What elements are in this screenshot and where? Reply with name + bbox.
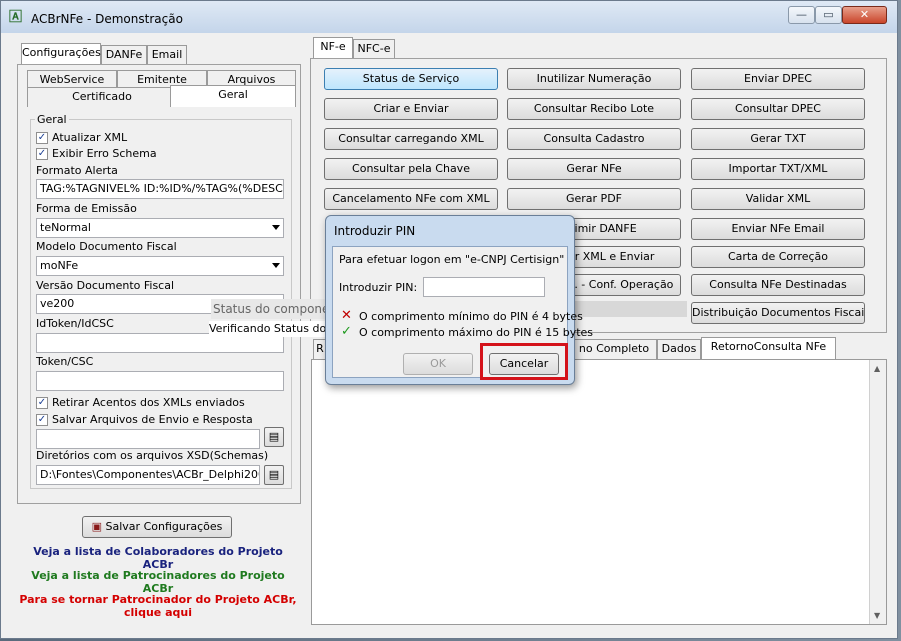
consulta-cadastro-button[interactable]: Consulta Cadastro (507, 128, 681, 150)
inutilizar-numeracao-button[interactable]: Inutilizar Numeração (507, 68, 681, 90)
tab-dados[interactable]: Dados (657, 339, 701, 359)
resposta-memo[interactable]: ▲ ▼ (311, 359, 887, 625)
maximize-button[interactable]: ▭ (815, 6, 842, 24)
tab-retorno-consulta[interactable]: RetornoConsulta NFe 2.01 (701, 337, 836, 371)
token-input[interactable] (36, 371, 284, 391)
salvar-configuracoes-button[interactable]: ▣ Salvar Configurações (82, 516, 232, 538)
scroll-up-icon[interactable]: ▲ (874, 364, 880, 373)
gerar-txt-button[interactable]: Gerar TXT (691, 128, 865, 150)
validar-xml-button[interactable]: Validar XML (691, 188, 865, 210)
tab-configuracoes[interactable]: Configurações (21, 43, 101, 65)
browse-folder-button[interactable]: ▤ (264, 427, 284, 447)
geral-group-label: Geral (35, 113, 69, 126)
pin-message: Para efetuar logon em "e-CNPJ Certisign" (339, 253, 565, 266)
criar-enviar-button[interactable]: Criar e Enviar (324, 98, 498, 120)
retirar-acentos-checkbox[interactable]: ✓ (36, 397, 48, 409)
carta-correcao-button[interactable]: Carta de Correção (691, 246, 865, 268)
pin-rule-max: O comprimento máximo do PIN é 15 bytes (359, 326, 594, 339)
tab-certificado[interactable]: Certificado (27, 87, 177, 107)
chevron-down-icon (272, 263, 280, 268)
idtoken-label: IdToken/IdCSC (36, 317, 114, 330)
scroll-down-icon[interactable]: ▼ (874, 611, 880, 620)
disabled-strip (571, 301, 687, 317)
chevron-down-icon (272, 225, 280, 230)
salvar-configuracoes-label: Salvar Configurações (105, 520, 223, 533)
atualizar-xml-checkbox[interactable]: ✓ (36, 132, 48, 144)
forma-emissao-value: teNormal (40, 221, 91, 234)
versao-label: Versão Documento Fiscal (36, 279, 175, 292)
cancel-highlight-box (480, 343, 568, 380)
tab-email[interactable]: Email (147, 45, 187, 65)
browse-xsd-button[interactable]: ▤ (264, 465, 284, 485)
salvar-arquivos-path-input[interactable] (36, 429, 260, 449)
app-icon: 🄰 (9, 10, 23, 25)
tornar-line1: Para se tornar Patrocinador do Projeto A… (19, 593, 297, 606)
forma-emissao-label: Forma de Emissão (36, 202, 137, 215)
tab-nfe[interactable]: NF-e (313, 37, 353, 59)
salvar-arquivos-checkbox[interactable]: ✓ (36, 414, 48, 426)
modelo-value: moNFe (40, 259, 79, 272)
pin-rule-min: O comprimento mínimo do PIN é 4 bytes (359, 310, 583, 323)
status-overlay-message: Verificando Status do se (209, 321, 329, 337)
cross-icon: ✕ (341, 308, 352, 323)
main-window: 🄰 ACBrNFe - Demonstração — ▭ ✕ Configura… (0, 0, 898, 639)
tornar-patrocinador-link[interactable]: Para se tornar Patrocinador do Projeto A… (17, 593, 299, 619)
config-panel: WebService Emitente Arquivos Certificado… (17, 64, 301, 504)
salvar-arquivos-label: Salvar Arquivos de Envio e Resposta (52, 413, 253, 426)
pin-label: Introduzir PIN: (339, 281, 418, 294)
enviar-dpec-button[interactable]: Enviar DPEC (691, 68, 865, 90)
retirar-acentos-label: Retirar Acentos dos XMLs enviados (52, 396, 245, 409)
patrocinadores-link[interactable]: Veja a lista de Patrocinadores do Projet… (17, 569, 299, 595)
pin-dialog-title: Introduzir PIN (334, 224, 416, 238)
ok-button[interactable]: OK (403, 353, 473, 375)
diretorios-input[interactable]: D:\Fontes\Componentes\ACBr_Delphi2005\E (36, 465, 260, 485)
consultar-carregando-xml-button[interactable]: Consultar carregando XML (324, 128, 498, 150)
tab-nfce[interactable]: NFC-e (353, 39, 395, 59)
modelo-select[interactable]: moNFe (36, 256, 284, 276)
folder-icon: ▤ (268, 430, 280, 443)
tab-danfe[interactable]: DANFe (101, 45, 147, 65)
check-icon: ✓ (341, 324, 352, 339)
tornar-line2: clique aqui (124, 606, 192, 619)
save-icon: ▣ (91, 520, 103, 533)
exibir-erro-checkbox[interactable]: ✓ (36, 148, 48, 160)
window-title: ACBrNFe - Demonstração (31, 12, 183, 26)
colaboradores-link[interactable]: Veja a lista de Colaboradores do Projeto… (17, 545, 299, 571)
importar-txt-xml-button[interactable]: Importar TXT/XML (691, 158, 865, 180)
minimize-button[interactable]: — (788, 6, 815, 24)
diretorios-label: Diretórios com os arquivos XSD(Schemas) (36, 449, 269, 462)
pin-input[interactable] (423, 277, 545, 297)
enviar-nfe-email-button[interactable]: Enviar NFe Email (691, 218, 865, 240)
formato-alerta-input[interactable]: TAG:%TAGNIVEL% ID:%ID%/%TAG%(%DESCRICA (36, 179, 284, 199)
modelo-label: Modelo Documento Fiscal (36, 240, 177, 253)
exibir-erro-label: Exibir Erro Schema (52, 147, 157, 160)
gerar-nfe-button[interactable]: Gerar NFe (507, 158, 681, 180)
gerar-pdf-button[interactable]: Gerar PDF (507, 188, 681, 210)
folder-icon: ▤ (268, 468, 280, 481)
token-label: Token/CSC (36, 355, 94, 368)
status-servico-button[interactable]: Status de Serviço (324, 68, 498, 90)
title-bar: 🄰 ACBrNFe - Demonstração — ▭ ✕ (1, 1, 897, 33)
consultar-dpec-button[interactable]: Consultar DPEC (691, 98, 865, 120)
consulta-nfe-destinadas-button[interactable]: Consulta NFe Destinadas (691, 274, 865, 296)
atualizar-xml-label: Atualizar XML (52, 131, 128, 144)
consultar-recibo-lote-button[interactable]: Consultar Recibo Lote (507, 98, 681, 120)
close-button[interactable]: ✕ (842, 6, 887, 24)
consultar-pela-chave-button[interactable]: Consultar pela Chave (324, 158, 498, 180)
distribuicao-documentos-button[interactable]: Distribuição Documentos Fiscais (691, 302, 865, 324)
cancelamento-nfe-xml-button[interactable]: Cancelamento NFe com XML (324, 188, 498, 210)
status-overlay-title: Status do componen (211, 299, 331, 319)
tab-geral[interactable]: Geral (170, 85, 296, 107)
memo-scrollbar[interactable]: ▲ ▼ (869, 360, 886, 624)
forma-emissao-select[interactable]: teNormal (36, 218, 284, 238)
formato-alerta-label: Formato Alerta (36, 164, 118, 177)
tab-retorno-completo[interactable]: no Completo WS (571, 339, 657, 373)
